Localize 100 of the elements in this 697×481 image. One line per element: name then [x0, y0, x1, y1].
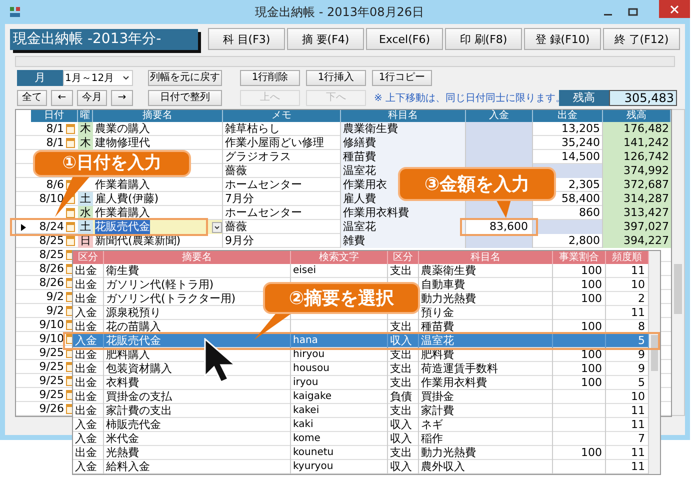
function-button[interactable]: 科 目(F3) [208, 28, 285, 50]
calendar-icon[interactable] [66, 138, 75, 148]
column-header: 残高 [603, 110, 671, 122]
list-cell: 支出 [388, 376, 419, 390]
calendar-icon[interactable] [66, 124, 75, 134]
maximize-icon[interactable] [628, 7, 638, 17]
table-cell: 農業の購入 [95, 122, 150, 136]
list-cell: 支出 [388, 362, 419, 376]
list-cell: 荷造運賃手数料 [419, 362, 553, 376]
dropdown-row[interactable]: 入金 給料入金 kyuryou 収入 農外収入 11 [73, 460, 649, 474]
table-cell: 9/10 [39, 332, 64, 345]
table-cell: 9/25 [39, 374, 64, 387]
column-header: 科目名 [419, 251, 553, 264]
chevron-down-icon [123, 76, 129, 80]
dropdown-row[interactable]: 出金 家計費の支出 kakei 支出 家計費 11 [73, 404, 649, 418]
toolbar-button[interactable]: 日付で整列 [148, 90, 222, 106]
list-cell: kounetu [291, 446, 388, 460]
column-header: 摘要名 [104, 251, 291, 264]
table-cell: 397,027 [603, 220, 671, 234]
table-cell: 9/26 [39, 402, 64, 415]
list-cell: 100 [553, 446, 606, 460]
list-cell: kaki [291, 418, 388, 432]
column-header: 日付 [31, 110, 78, 122]
column-header: 曜 [78, 110, 93, 122]
function-button[interactable]: Excel(F6) [366, 28, 443, 50]
dropdown-row[interactable]: 入金 柿販売代金 kaki 収入 ネギ 11 [73, 418, 649, 432]
list-cell: 柿販売代金 [104, 418, 291, 432]
table-cell: 雑費 [341, 234, 466, 248]
table-cell[interactable]: 花販売代金 [95, 220, 150, 234]
table-cell: 8/1 [46, 122, 64, 135]
calendar-icon[interactable] [66, 236, 75, 246]
calendar-icon[interactable] [66, 208, 75, 218]
table-cell: 9/25 [39, 360, 64, 373]
list-cell: 100 [553, 376, 606, 390]
period-select[interactable]: 1月～12月 [63, 70, 133, 86]
list-cell: 出金 [73, 446, 104, 460]
toolbar-button[interactable]: 1行コピー [372, 70, 432, 86]
toolbar-button[interactable]: 1行削除 [240, 70, 300, 86]
chevron-down-icon[interactable] [212, 222, 222, 232]
table-cell: 8/1 [46, 136, 64, 149]
table-cell: 9/10 [39, 318, 64, 331]
list-cell: kaigake [291, 390, 388, 404]
toolbar-button[interactable]: 今月 [77, 90, 107, 106]
toolbar-button[interactable]: 全て [17, 90, 47, 106]
toolbar-button[interactable]: 列幅を元に戻す [148, 70, 222, 86]
table-cell: 394,227 [603, 234, 671, 248]
list-cell: 100 [553, 292, 606, 306]
list-cell: 入金 [73, 460, 104, 474]
dropdown-row[interactable]: 入金 花販売代金 hana 収入 温室花 5 [73, 334, 649, 348]
table-cell: 374,992 [603, 164, 671, 178]
row-pointer-icon [21, 224, 26, 230]
table-cell [533, 220, 603, 234]
close-button[interactable] [659, 0, 690, 18]
table-cell: 126,742 [603, 150, 671, 164]
list-cell: 出金 [73, 264, 104, 278]
list-cell: 100 [553, 264, 606, 278]
function-button[interactable]: 終 了(F12) [603, 28, 680, 50]
list-cell: iryou [291, 376, 388, 390]
table-cell [466, 150, 533, 164]
dropdown-row[interactable]: 出金 買掛金の支払 kaigake 負債 買掛金 10 [73, 390, 649, 404]
column-header: 入金 [466, 110, 533, 122]
dropdown-row[interactable]: 出金 光熱費 kounetu 支出 動力光熱費 100 11 [73, 446, 649, 460]
dropdown-row[interactable]: 入金 米代金 kome 収入 稲作 7 [73, 432, 649, 446]
table-cell: 作業用衣料費 [341, 206, 466, 220]
table-cell: 雇人費(伊藤) [95, 192, 159, 206]
ledger-title: 現金出納帳 -2013年分- [10, 28, 198, 50]
list-cell: 収入 [388, 418, 419, 432]
list-cell: 農薬衛生費 [419, 264, 553, 278]
function-button[interactable]: 登 録(F10) [524, 28, 601, 50]
list-cell: 家計費の支出 [104, 404, 291, 418]
function-button[interactable]: 摘 要(F4) [287, 28, 364, 50]
toolbar-button[interactable]: 1行挿入 [306, 70, 366, 86]
table-cell [466, 122, 533, 136]
table-cell: 9/2 [46, 290, 64, 303]
calendar-icon[interactable] [66, 222, 75, 232]
table-cell: 141,242 [603, 136, 671, 150]
list-cell: 入金 [73, 432, 104, 446]
list-cell: 稲作 [419, 432, 553, 446]
list-cell: 支出 [388, 404, 419, 418]
close-icon[interactable] [670, 4, 679, 14]
toolbar-button[interactable]: → [111, 90, 133, 106]
list-cell: 出金 [73, 404, 104, 418]
table-cell: 313,427 [603, 206, 671, 220]
app-icon [9, 6, 21, 18]
list-cell: 100 [553, 362, 606, 376]
list-cell: 買掛金の支払 [104, 390, 291, 404]
dropdown-row[interactable]: 出金 衛生費 eisei 支出 農薬衛生費 100 11 [73, 264, 649, 278]
scrollbar[interactable] [672, 109, 685, 416]
list-cell: 支出 [388, 348, 419, 362]
table-cell: 作業着購入 [95, 206, 150, 220]
list-cell: 収入 [388, 432, 419, 446]
list-cell: 入金 [73, 306, 104, 320]
toolbar-button[interactable]: ← [51, 90, 73, 106]
function-button[interactable]: 印 刷(F8) [445, 28, 522, 50]
scrollbar[interactable] [649, 251, 660, 474]
list-cell: kome [291, 432, 388, 446]
table-cell: 8/26 [39, 276, 64, 289]
table-cell: 176,482 [603, 122, 671, 136]
list-cell: eisei [291, 264, 388, 278]
table-cell: 修繕費 [341, 136, 466, 150]
